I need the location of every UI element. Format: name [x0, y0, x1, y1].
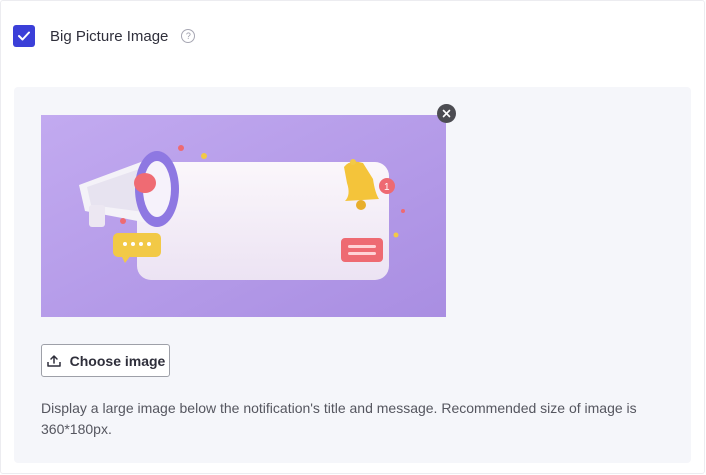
big-picture-setting-row: Big Picture Image ?	[13, 24, 196, 48]
remove-image-button[interactable]	[437, 104, 456, 123]
checkmark-icon	[18, 31, 30, 41]
choose-image-label: Choose image	[69, 352, 166, 369]
megaphone-illustration: 1	[41, 115, 446, 317]
choose-image-button[interactable]: Choose image	[41, 344, 170, 377]
help-glyph: ?	[185, 31, 191, 41]
help-icon[interactable]: ?	[181, 29, 196, 43]
big-picture-label: Big Picture Image	[50, 27, 169, 45]
upload-image-icon	[46, 354, 61, 367]
big-picture-checkbox[interactable]	[13, 25, 35, 47]
big-picture-preview: 1	[41, 115, 446, 317]
svg-text:1: 1	[384, 182, 390, 193]
close-icon	[442, 109, 451, 118]
help-text: Display a large image below the notifica…	[41, 400, 637, 437]
